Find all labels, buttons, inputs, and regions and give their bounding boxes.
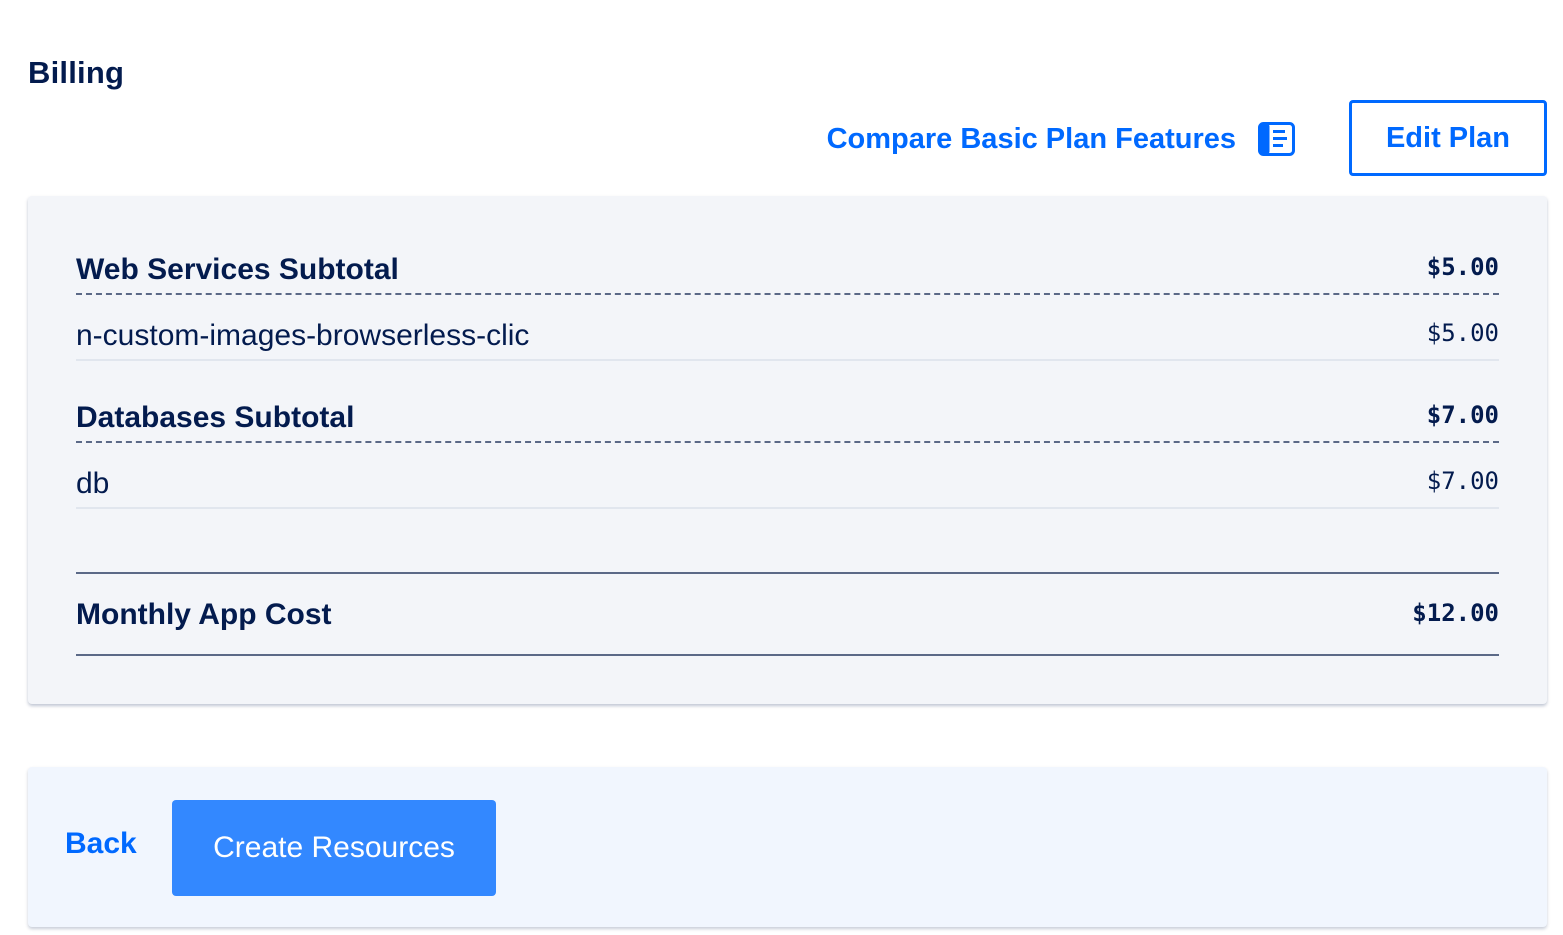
compare-link-label: Compare Basic Plan Features xyxy=(826,122,1236,155)
subtotal-label: Databases Subtotal xyxy=(76,401,355,434)
monthly-cost-amount: $12.00 xyxy=(1412,599,1499,627)
billing-page: Billing Compare Basic Plan Features Edit… xyxy=(0,0,1563,935)
back-link[interactable]: Back xyxy=(65,827,137,861)
billing-summary: Web Services Subtotal $5.00 n-custom-ima… xyxy=(76,196,1499,704)
footer-actions-card: Back Create Resources xyxy=(28,767,1547,927)
line-item-row: db $7.00 xyxy=(76,443,1499,509)
monthly-cost-label: Monthly App Cost xyxy=(76,598,332,631)
line-item-name: db xyxy=(76,467,110,500)
compare-plan-features-link[interactable]: Compare Basic Plan Features xyxy=(827,122,1295,156)
subtotal-label: Web Services Subtotal xyxy=(76,253,399,286)
page-title: Billing xyxy=(28,55,125,90)
databases-subtotal-row: Databases Subtotal $7.00 xyxy=(76,344,1499,443)
line-item-amount: $7.00 xyxy=(1426,467,1499,495)
create-resources-button[interactable]: Create Resources xyxy=(172,800,496,896)
document-list-icon xyxy=(1258,122,1295,156)
header-actions: Compare Basic Plan Features Edit Plan xyxy=(827,100,1547,176)
billing-summary-card: Web Services Subtotal $5.00 n-custom-ima… xyxy=(28,196,1547,704)
web-services-subtotal-row: Web Services Subtotal $5.00 xyxy=(76,196,1499,295)
subtotal-amount: $7.00 xyxy=(1426,401,1499,429)
subtotal-amount: $5.00 xyxy=(1426,253,1499,281)
monthly-cost-row: Monthly App Cost $12.00 xyxy=(76,572,1499,656)
edit-plan-button[interactable]: Edit Plan xyxy=(1349,100,1547,176)
